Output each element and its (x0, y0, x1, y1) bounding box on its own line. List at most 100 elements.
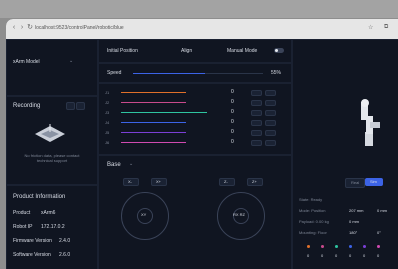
joint-label: J1 (105, 90, 110, 95)
xy-jog-wheel[interactable]: XY (121, 192, 169, 240)
joint-minus-button[interactable] (251, 90, 262, 96)
manual-mode-toggle[interactable] (274, 48, 284, 53)
product-row-value: xArm6 (41, 210, 56, 216)
reload-icon[interactable]: ↻ (26, 24, 34, 32)
joint-minus-button[interactable] (251, 140, 262, 146)
joint-color-dot (321, 245, 324, 248)
back-icon[interactable]: ‹ (10, 24, 18, 32)
joint-value: 0 (231, 109, 234, 115)
state-label: State: Ready (299, 197, 323, 202)
state-label: Payload: 0.00 kg (299, 219, 329, 224)
address-bar[interactable]: ‹ › ↻ localhost:9523/controlPanel/roboti… (6, 19, 398, 40)
joint-plus-button[interactable] (265, 120, 276, 126)
joint-plus-button[interactable] (265, 130, 276, 136)
product-row-value: 2.6.0 (59, 252, 71, 258)
joint-minus-button[interactable] (251, 100, 262, 106)
recording-title: Recording (13, 103, 41, 109)
right-panel: Real Sim State: Ready Mode: Position 207 m… (292, 39, 398, 269)
joint-color-dot (335, 245, 338, 248)
manual-mode-label: Manual Mode (227, 48, 258, 54)
z-plus-button[interactable]: Z+ (247, 178, 263, 186)
state-value: 207 mm (349, 208, 364, 213)
joint-slider[interactable] (121, 92, 186, 93)
joint-dot-value: 0 (377, 253, 380, 258)
joint-label: J5 (105, 130, 110, 135)
product-row: Software Version (13, 252, 51, 258)
recording-note: No friction data, please contact technic… (24, 153, 80, 163)
align-button[interactable]: Align (181, 48, 192, 54)
product-row-value: 172.17.0.2 (41, 224, 65, 230)
joint-color-dot (377, 245, 380, 248)
base-select[interactable]: Base (107, 162, 121, 168)
bookmark-icon[interactable]: ☆ (368, 24, 373, 31)
joint-label: J6 (105, 140, 110, 145)
empty-data-icon (35, 124, 65, 142)
joint-plus-button[interactable] (265, 110, 276, 116)
extensions-icon[interactable]: ⧉ (384, 24, 388, 31)
chevron-down-icon[interactable]: ⌄ (129, 161, 133, 167)
joint-dot-value: 0 (349, 253, 352, 258)
joints-panel: J1 0 J2 0 J3 0 J4 0 J5 0 J6 0 (98, 83, 292, 155)
x-plus-button[interactable]: X+ (151, 178, 167, 186)
joint-minus-button[interactable] (251, 130, 262, 136)
record-add-button[interactable] (66, 102, 75, 110)
z-minus-button[interactable]: Z- (219, 178, 235, 186)
control-app: xArm Model ⌄ Recording No friction data,… (6, 39, 398, 269)
joint-slider[interactable] (121, 102, 186, 103)
browser-window: ‹ › ↻ localhost:9523/controlPanel/roboti… (6, 19, 398, 269)
joint-slider[interactable] (121, 132, 186, 133)
product-row: Firmware Version (13, 238, 52, 244)
record-options-button[interactable] (76, 102, 85, 110)
joint-label: J3 (105, 110, 110, 115)
state-value: 180° (349, 230, 358, 235)
state-extra: 0° (377, 230, 381, 235)
real-toggle[interactable]: Real (345, 178, 365, 188)
rz-jog-wheel[interactable]: RX RZ (217, 192, 265, 240)
base-panel: Base ⌄ X- X+ XY Z- Z+ RX RZ (98, 155, 292, 269)
joint-label: J4 (105, 120, 110, 125)
state-value: 0 mm (349, 219, 359, 224)
chevron-down-icon[interactable]: ⌄ (69, 58, 73, 64)
joint-color-dot (363, 245, 366, 248)
joint-plus-button[interactable] (265, 90, 276, 96)
joint-slider[interactable] (121, 122, 186, 123)
joint-plus-button[interactable] (265, 140, 276, 146)
speed-value: 55% (271, 70, 282, 76)
joint-dot-value: 0 (307, 253, 310, 258)
speed-panel: Speed 55% (98, 63, 292, 83)
joint-slider[interactable] (121, 112, 208, 113)
model-panel: xArm Model ⌄ (6, 39, 98, 96)
joint-value: 0 (231, 89, 234, 95)
product-title: Product Information (13, 194, 66, 200)
forward-icon[interactable]: › (18, 24, 26, 32)
product-row: Robot IP (13, 224, 33, 230)
joint-color-dot (307, 245, 310, 248)
recording-panel: Recording No friction data, please conta… (6, 96, 98, 185)
joint-label: J2 (105, 100, 110, 105)
browser-tab-strip (0, 0, 398, 18)
top-controls: Initial Position Align Manual Mode (98, 39, 292, 63)
state-extra: 0 mm (377, 208, 387, 213)
joint-value: 0 (231, 99, 234, 105)
url-text[interactable]: localhost:9523/controlPanel/robotic/blue (35, 25, 124, 31)
joint-color-dot (349, 245, 352, 248)
product-row-value: 2.4.0 (59, 238, 71, 244)
state-label: Mounting: Floor (299, 230, 327, 235)
joint-dot-value: 0 (321, 253, 324, 258)
model-select[interactable]: xArm Model (13, 59, 40, 65)
state-label: Mode: Position (299, 208, 326, 213)
joint-minus-button[interactable] (251, 110, 262, 116)
joint-slider[interactable] (121, 142, 186, 143)
joint-minus-button[interactable] (251, 120, 262, 126)
initial-position-button[interactable]: Initial Position (107, 48, 138, 54)
speed-label: Speed (107, 70, 122, 76)
joint-plus-button[interactable] (265, 100, 276, 106)
joint-value: 0 (231, 139, 234, 145)
speed-fill (133, 73, 205, 74)
joint-dot-value: 0 (335, 253, 338, 258)
robot-arm-3d-view[interactable] (355, 98, 383, 148)
x-minus-button[interactable]: X- (123, 178, 139, 186)
product-row: Product (13, 210, 31, 216)
product-panel: Product Information Product xArm6 Robot IP… (6, 185, 98, 269)
sim-toggle[interactable]: Sim (365, 178, 383, 186)
